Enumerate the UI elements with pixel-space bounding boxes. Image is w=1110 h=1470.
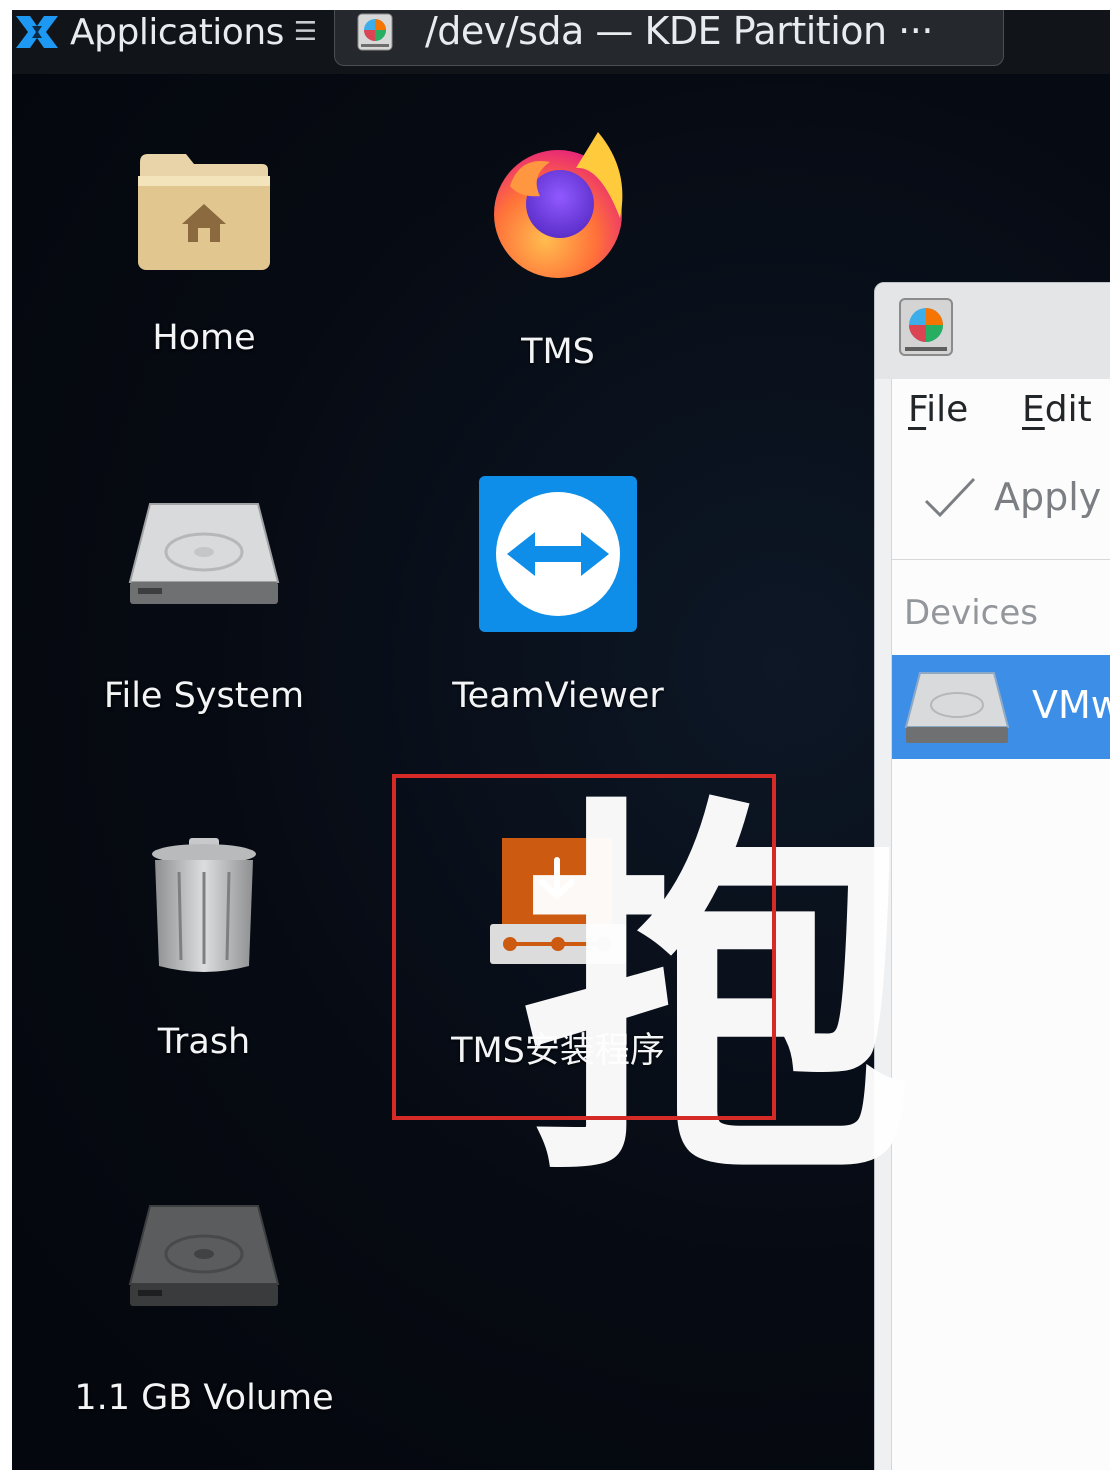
menu-edit[interactable]: Edit <box>1022 389 1092 430</box>
desktop-icon-tms[interactable]: TMS <box>428 126 688 426</box>
toolbar: Apply <box>892 445 1110 560</box>
desktop-icon-file-system[interactable]: File System <box>74 498 334 798</box>
top-panel: Applications ☰ /dev/sda — KDE Partition … <box>12 10 1110 74</box>
home-folder-icon <box>138 154 270 270</box>
volume-drive-icon <box>128 1205 280 1306</box>
taskbar-item-partition-manager[interactable]: /dev/sda — KDE Partition ··· <box>334 10 1004 66</box>
partition-manager-icon <box>357 13 393 50</box>
desktop-icon-label: TeamViewer <box>452 676 664 716</box>
hard-drive-icon <box>128 503 280 604</box>
desktop-icon-teamviewer[interactable]: TeamViewer <box>428 476 688 776</box>
window-content: File Edit Apply Devices VMw <box>891 379 1110 1470</box>
desktop-icon-home[interactable]: Home <box>74 148 334 448</box>
desktop-icon-volume[interactable]: 1.1 GB Volume <box>74 1200 334 1470</box>
desktop-icon-label: TMS安装程序 <box>451 1031 665 1071</box>
menu-file[interactable]: File <box>908 389 968 430</box>
apply-button[interactable]: Apply <box>994 475 1101 519</box>
kde-launcher-icon <box>16 16 58 48</box>
device-name: VMw <box>1032 683 1110 727</box>
installer-icon <box>490 838 626 964</box>
launcher-label: Applications <box>70 11 284 53</box>
desktop-icon-label: Trash <box>157 1022 251 1062</box>
launcher-menu-icon: ☰ <box>293 17 318 47</box>
taskbar-item-label: /dev/sda — KDE Partition ··· <box>425 10 933 53</box>
firefox-icon <box>494 132 623 278</box>
desktop-icon-trash[interactable]: Trash <box>74 836 334 1136</box>
desktop-icon-tms-installer[interactable]: TMS安装程序 <box>428 836 688 1136</box>
menu-bar: File Edit <box>892 379 1110 446</box>
window-titlebar[interactable] <box>875 283 1110 379</box>
partition-manager-icon <box>899 298 953 356</box>
desktop-screen: Applications ☰ /dev/sda — KDE Partition … <box>12 10 1110 1470</box>
application-launcher[interactable]: Applications ☰ <box>12 10 317 54</box>
devices-heading: Devices <box>904 593 1038 633</box>
trash-icon <box>152 838 256 972</box>
desktop-icon-label: File System <box>103 676 305 716</box>
hard-drive-icon <box>904 672 1010 743</box>
desktop-icon-label: Home <box>152 318 256 358</box>
partition-manager-window[interactable]: File Edit Apply Devices VMw <box>874 282 1110 1470</box>
checkmark-icon <box>924 477 976 518</box>
device-list-item[interactable]: VMw <box>892 655 1110 759</box>
teamviewer-icon <box>479 476 637 632</box>
desktop-icon-label: TMS <box>521 332 595 372</box>
desktop-icon-label: 1.1 GB Volume <box>74 1378 334 1418</box>
